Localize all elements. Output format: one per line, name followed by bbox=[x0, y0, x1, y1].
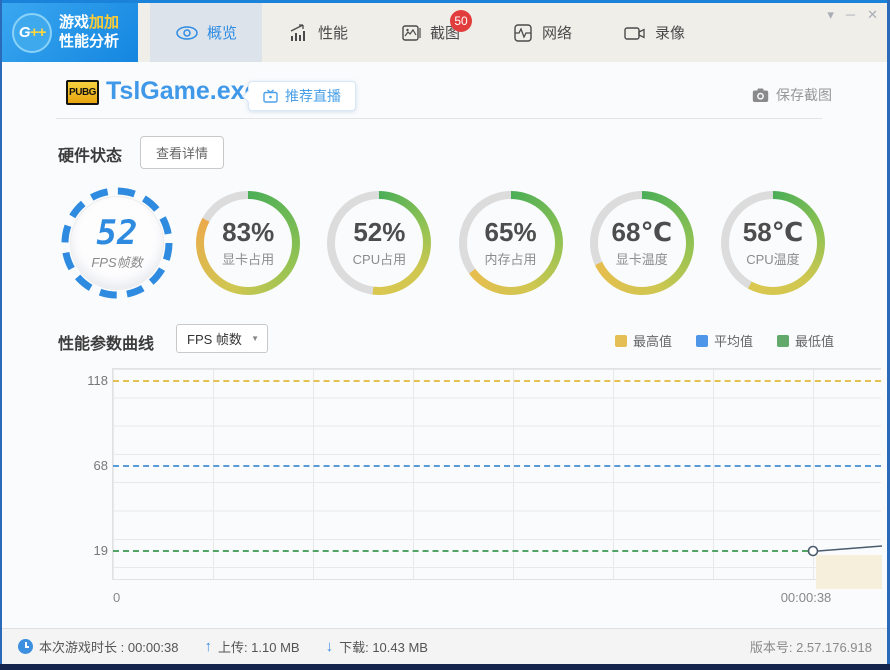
cpu-temp-value: 58℃ bbox=[742, 216, 804, 247]
gpu-temp-gauge: 68℃ 显卡温度 bbox=[583, 179, 701, 307]
memory-usage-value: 65% bbox=[484, 216, 537, 247]
x-tick-end: 00:00:38 bbox=[780, 590, 832, 605]
fps-label: FPS帧数 bbox=[91, 254, 143, 270]
legend-avg: 平均值 bbox=[695, 331, 753, 350]
gpu-usage-value: 83% bbox=[222, 216, 275, 247]
network-pulse-icon bbox=[514, 23, 532, 42]
metric-dropdown[interactable]: FPS 帧数 ▼ bbox=[176, 324, 268, 353]
tab-strip: 概览 性能 截图 50 网络 录像 bbox=[150, 3, 710, 62]
gpu-usage-gauge: 83% 显卡占用 bbox=[189, 179, 307, 307]
version-number: 版本号: 2.57.176.918 bbox=[749, 640, 872, 655]
fps-value: 52 bbox=[96, 212, 138, 253]
screenshot-count-badge: 50 bbox=[450, 10, 472, 32]
y-tick-118: 118 bbox=[87, 373, 108, 388]
chart-legend: 最高值 平均值 最低值 bbox=[614, 331, 834, 350]
bar-chart-icon bbox=[290, 23, 305, 41]
game-process-name: TslGame.exe bbox=[106, 77, 259, 105]
tab-screenshot[interactable]: 截图 50 bbox=[374, 3, 486, 62]
curves-title: 性能参数曲线 bbox=[58, 336, 155, 353]
screenshot-icon bbox=[402, 24, 421, 41]
header-bar: G ++ 游戏加加 性能分析 概览 性能 截图 50 网络 录像 bbox=[0, 0, 890, 62]
window-border-bottom bbox=[0, 664, 890, 670]
fps-gauge: 52 FPS帧数 bbox=[58, 179, 176, 307]
upload-stat: ↑ 上传: 1.10 MB bbox=[204, 638, 300, 655]
download-arrow-icon: ↓ bbox=[325, 638, 334, 655]
gamepp-window: G ++ 游戏加加 性能分析 概览 性能 截图 50 网络 录像 ▾ ─ ✕ P… bbox=[0, 0, 890, 670]
tab-performance[interactable]: 性能 bbox=[262, 3, 374, 62]
memory-usage-label: 内存占用 bbox=[484, 252, 537, 268]
metric-dropdown-value: FPS 帧数 bbox=[187, 332, 242, 347]
video-camera-icon bbox=[624, 26, 645, 40]
upload-arrow-icon: ↑ bbox=[204, 638, 212, 655]
cpu-temp-gauge: 58℃ CPU温度 bbox=[714, 179, 832, 307]
window-menu-button[interactable]: ▾ bbox=[827, 8, 834, 22]
close-button[interactable]: ✕ bbox=[867, 8, 878, 22]
camera-icon bbox=[752, 88, 769, 102]
eye-icon bbox=[176, 25, 198, 40]
gpu-temp-label: 显卡温度 bbox=[615, 252, 668, 268]
cpu-temp-label: CPU温度 bbox=[746, 252, 800, 268]
gpu-temp-value: 68℃ bbox=[611, 216, 672, 247]
view-details-button[interactable]: 查看详情 bbox=[140, 136, 225, 169]
logo-g-plus-plus-icon: G ++ bbox=[12, 12, 52, 53]
session-duration: 本次游戏时长 : 00:00:38 bbox=[18, 637, 178, 656]
legend-max: 最高值 bbox=[614, 331, 672, 350]
recommend-live-button[interactable]: 推荐直播 bbox=[248, 81, 356, 111]
hardware-status-title: 硬件状态 bbox=[58, 148, 123, 165]
legend-min: 最低值 bbox=[776, 331, 834, 350]
cpu-usage-value: 52% bbox=[353, 216, 406, 247]
y-tick-68: 68 bbox=[93, 458, 108, 473]
legend-max-swatch bbox=[614, 334, 627, 347]
tab-overview[interactable]: 概览 bbox=[150, 3, 262, 62]
y-tick-19: 19 bbox=[93, 543, 108, 558]
pubg-game-icon: PUBG bbox=[66, 80, 99, 105]
fps-line-chart[interactable] bbox=[112, 368, 883, 589]
gpu-usage-label: 显卡占用 bbox=[222, 252, 275, 268]
fps-series-line bbox=[807, 545, 883, 557]
x-tick-start: 0 bbox=[113, 590, 121, 605]
cpu-usage-gauge: 52% CPU占用 bbox=[320, 179, 438, 307]
app-logo: G ++ 游戏加加 性能分析 bbox=[2, 3, 138, 62]
memory-usage-gauge: 65% 内存占用 bbox=[452, 179, 570, 307]
tv-icon bbox=[263, 89, 278, 103]
title-divider bbox=[56, 118, 822, 119]
window-border-top bbox=[0, 0, 890, 3]
chevron-down-icon: ▼ bbox=[251, 334, 259, 343]
window-border-left bbox=[0, 0, 2, 670]
tab-record[interactable]: 录像 bbox=[598, 3, 710, 62]
minimize-button[interactable]: ─ bbox=[846, 8, 855, 22]
download-stat: ↓ 下载: 10.43 MB bbox=[325, 638, 428, 655]
legend-min-swatch bbox=[776, 334, 789, 347]
app-title: 游戏加加 性能分析 bbox=[59, 13, 120, 50]
gauge-row: 52 FPS帧数 83% 显卡占用 52% CPU占用 65% 内存占用 68℃… bbox=[58, 179, 832, 307]
status-bar: 本次游戏时长 : 00:00:38 ↑ 上传: 1.10 MB ↓ 下载: 10… bbox=[2, 628, 888, 664]
legend-avg-swatch bbox=[695, 334, 708, 347]
clock-icon bbox=[18, 639, 33, 654]
save-screenshot-button[interactable]: 保存截图 bbox=[752, 85, 832, 105]
cpu-usage-label: CPU占用 bbox=[352, 252, 407, 268]
window-controls: ▾ ─ ✕ bbox=[827, 8, 878, 22]
tab-network[interactable]: 网络 bbox=[486, 3, 598, 62]
